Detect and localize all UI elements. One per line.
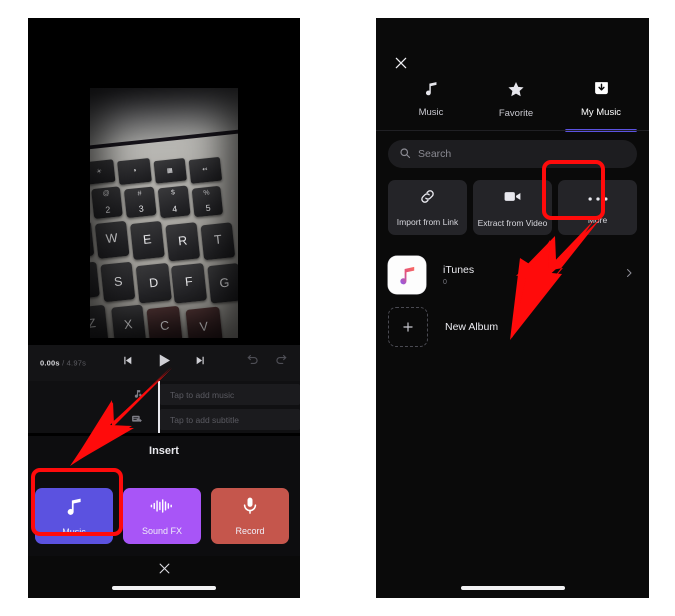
- record-tile-label: Record: [235, 526, 265, 536]
- skip-back-icon[interactable]: [121, 354, 134, 372]
- chevron-right-icon[interactable]: [623, 266, 635, 284]
- tab-music-label: Music: [418, 107, 444, 118]
- home-indicator: [112, 586, 216, 590]
- download-box-icon: [593, 80, 610, 102]
- itunes-count: 0: [443, 279, 447, 286]
- redo-icon[interactable]: [274, 354, 288, 373]
- close-icon[interactable]: [390, 52, 412, 74]
- timecode-display: 0.00s / 4.97s: [40, 359, 86, 368]
- subtitle-track[interactable]: Tap to add subtitle: [28, 407, 300, 432]
- player-transport-bar: 0.00s / 4.97s: [28, 345, 300, 381]
- subtitle-track-placeholder: Tap to add subtitle: [170, 414, 239, 425]
- total-time: 4.97s: [66, 358, 87, 368]
- timecode-separator: /: [62, 358, 65, 368]
- playhead[interactable]: [158, 381, 160, 433]
- insert-section-header: Insert: [28, 436, 300, 466]
- tabs-divider: [376, 130, 649, 131]
- timeline-tracks: Tap to add music Tap to add subtitle: [28, 381, 300, 433]
- microphone-icon: [240, 496, 260, 521]
- left-close-row: [28, 556, 300, 586]
- plus-icon: [388, 307, 428, 347]
- video-camera-icon: [503, 187, 522, 211]
- right-phone-screen: Music Favorite My Music Search Import fr…: [376, 18, 649, 598]
- star-icon: [507, 80, 525, 103]
- search-placeholder: Search: [418, 148, 452, 160]
- new-album-row[interactable]: New Album: [388, 307, 637, 347]
- tab-my-music[interactable]: My Music: [558, 80, 644, 132]
- keyboard-photo: ☀ ◑ ▦ ↢ 1 @2 #3 $4 %5 Q W E R T: [90, 88, 238, 338]
- insert-label: Insert: [149, 445, 179, 457]
- tab-music[interactable]: Music: [388, 80, 474, 128]
- album-row-itunes[interactable]: iTunes 0: [388, 254, 637, 296]
- highlight-music-tile: [31, 468, 123, 536]
- play-icon[interactable]: [156, 352, 173, 374]
- music-note-icon: [423, 80, 440, 102]
- search-icon: [399, 147, 411, 162]
- music-track-placeholder: Tap to add music: [170, 389, 235, 400]
- sound-fx-tile-label: Sound FX: [141, 526, 183, 536]
- itunes-title: iTunes: [443, 264, 475, 276]
- sound-fx-tile[interactable]: Sound FX: [123, 488, 201, 544]
- music-library-tabs: Music Favorite My Music: [376, 80, 649, 132]
- import-from-link-label: Import from Link: [396, 217, 459, 227]
- skip-forward-icon[interactable]: [195, 354, 208, 372]
- record-tile[interactable]: Record: [211, 488, 289, 544]
- undo-icon[interactable]: [246, 354, 260, 373]
- current-time: 0.00s: [40, 358, 60, 368]
- waveform-icon: [150, 496, 174, 521]
- extract-from-video-button[interactable]: Extract from Video: [473, 180, 552, 235]
- link-icon: [419, 188, 436, 210]
- video-preview-area[interactable]: ☀ ◑ ▦ ↢ 1 @2 #3 $4 %5 Q W E R T: [28, 18, 300, 345]
- tab-favorite-label: Favorite: [498, 108, 534, 119]
- screenshot-stage: ☀ ◑ ▦ ↢ 1 @2 #3 $4 %5 Q W E R T: [0, 0, 675, 616]
- music-note-plus-icon: [126, 388, 148, 401]
- home-indicator: [460, 586, 565, 590]
- tab-favorite[interactable]: Favorite: [473, 80, 559, 128]
- music-track[interactable]: Tap to add music: [28, 382, 300, 407]
- extract-from-video-label: Extract from Video: [477, 218, 548, 228]
- itunes-icon: [388, 256, 426, 294]
- subtitle-plus-icon: [126, 413, 148, 426]
- highlight-more-button: [542, 160, 605, 220]
- video-preview-frame: ☀ ◑ ▦ ↢ 1 @2 #3 $4 %5 Q W E R T: [90, 88, 238, 338]
- new-album-label: New Album: [445, 321, 499, 333]
- import-from-link-button[interactable]: Import from Link: [388, 180, 467, 235]
- close-icon[interactable]: [157, 561, 172, 581]
- tab-my-music-label: My Music: [580, 107, 622, 118]
